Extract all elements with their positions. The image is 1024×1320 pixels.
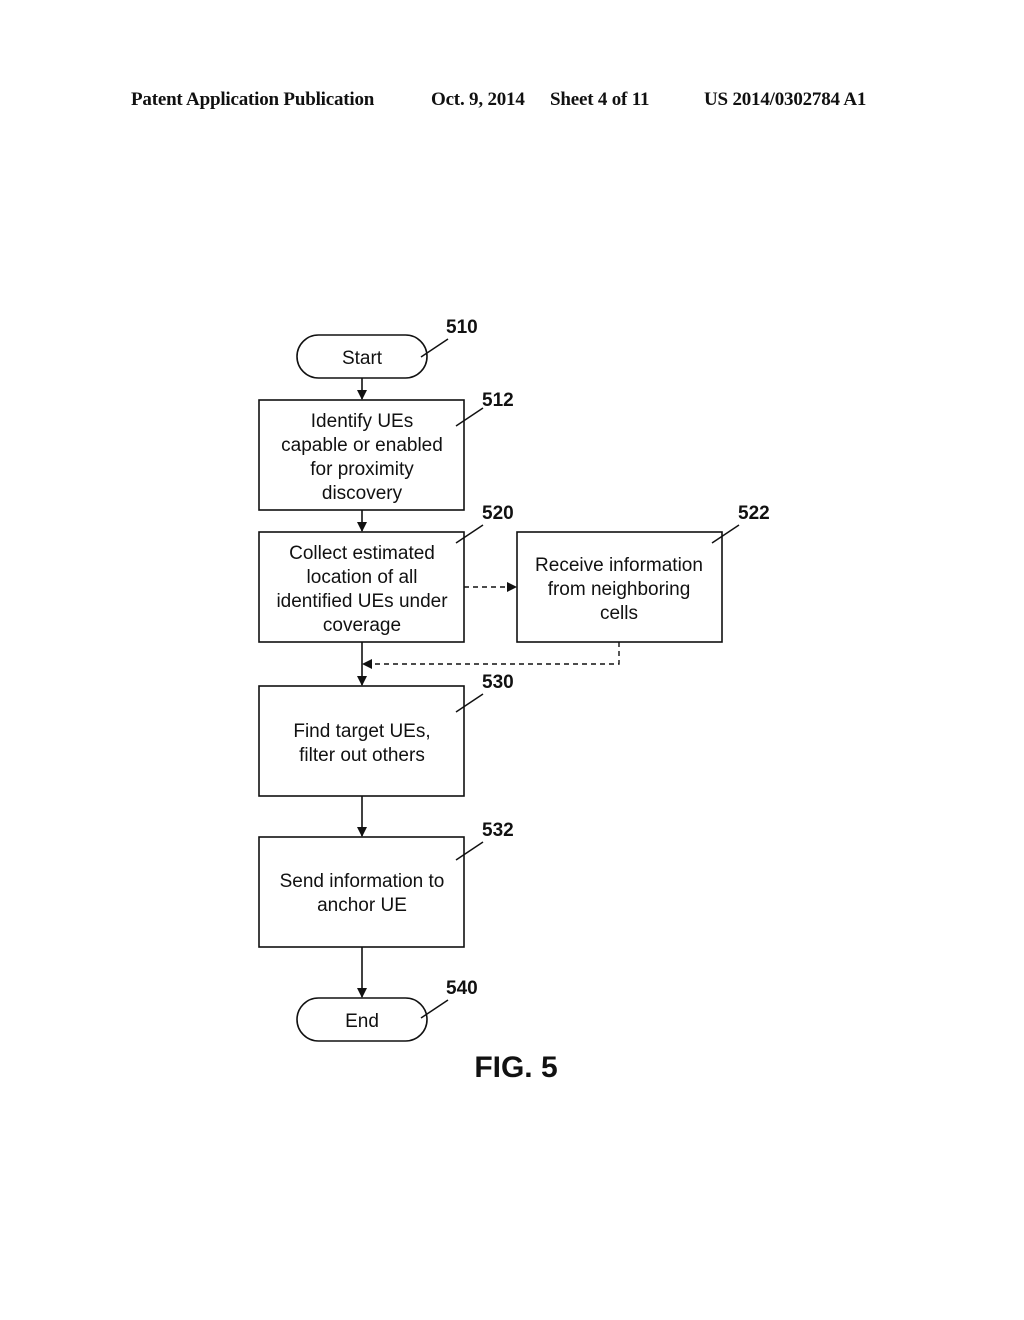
send-line-2: anchor UE [317,895,407,916]
ref-530: 530 [482,672,514,693]
identify-line-2: capable or enabled [281,435,443,456]
collect-line-1: Collect estimated [289,543,435,564]
receive-line-1: Receive information [535,555,703,576]
flowchart: Start 510 Identify UEs capable or enable… [258,317,770,1084]
node-start: Start 510 [296,317,478,379]
figure-label: FIG. 5 [474,1051,557,1084]
collect-line-4: coverage [323,615,401,636]
node-end: End 540 [296,978,478,1042]
identify-line-3: for proximity [310,459,414,480]
ref-510: 510 [446,317,478,338]
node-identify: Identify UEs capable or enabled for prox… [258,390,514,511]
node-collect: Collect estimated location of all identi… [258,503,514,643]
ref-520: 520 [482,503,514,524]
ref-512: 512 [482,390,514,411]
ref-532: 532 [482,820,514,841]
ref-522: 522 [738,503,770,524]
receive-line-3: cells [600,603,638,624]
send-box [258,836,465,948]
receive-line-2: from neighboring [548,579,691,600]
find-line-1: Find target UEs, [293,721,430,742]
node-send: Send information to anchor UE 532 [258,820,514,948]
collect-line-2: location of all [307,567,418,588]
identify-line-4: discovery [322,483,403,504]
ref-540: 540 [446,978,478,999]
collect-line-3: identified UEs under [276,591,448,612]
find-line-2: filter out others [299,745,425,766]
node-receive: Receive information from neighboring cel… [516,503,770,643]
identify-line-1: Identify UEs [311,411,413,432]
send-line-1: Send information to [280,871,445,892]
dashed-arrow-522-530 [362,642,620,669]
start-label: Start [342,348,383,369]
end-label: End [345,1011,379,1032]
node-find: Find target UEs, filter out others 530 [258,672,514,797]
